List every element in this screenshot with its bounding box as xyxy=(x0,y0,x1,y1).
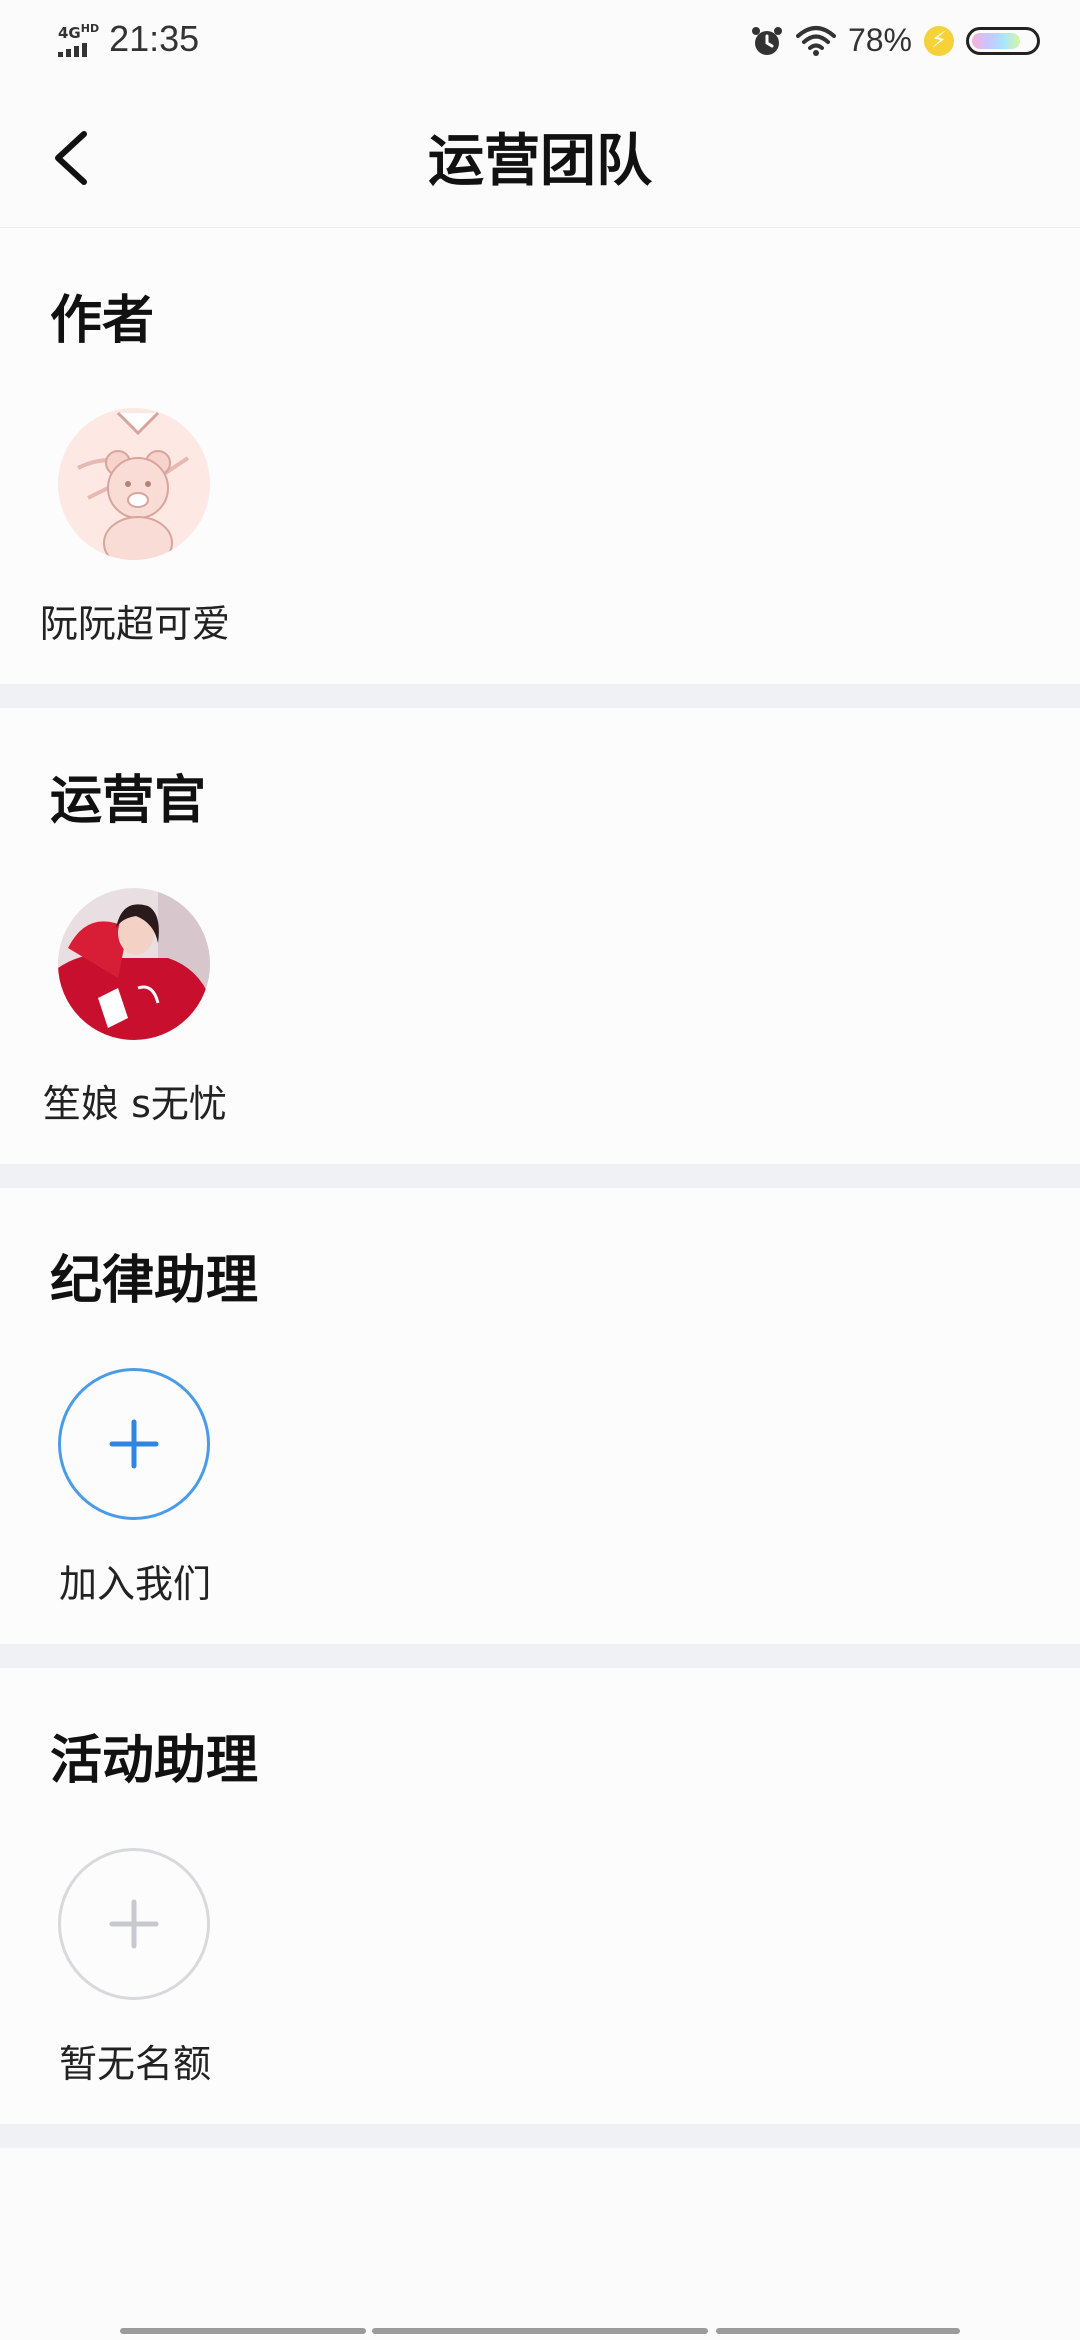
header-bar: 运营团队 xyxy=(0,86,1080,228)
section-event-assistant: 活动助理 暂无名额 xyxy=(0,1668,1080,2124)
section-discipline-assistant: 纪律助理 加入我们 xyxy=(0,1188,1080,1644)
status-time: 21:35 xyxy=(109,18,200,59)
network-type: 4G xyxy=(58,23,81,42)
alarm-icon xyxy=(751,26,782,55)
add-icon-disabled xyxy=(109,1899,159,1949)
member-name: 笙娘 s无忧 xyxy=(43,1082,227,1126)
member-card[interactable]: 笙娘 s无忧 xyxy=(30,888,240,1128)
battery-fill xyxy=(972,32,1021,49)
avatar[interactable] xyxy=(58,888,210,1040)
page-title: 运营团队 xyxy=(428,128,652,194)
status-bar: 4GHD 21:35 78% ⚡ xyxy=(0,0,1080,86)
member-name: 阮阮超可爱 xyxy=(39,602,230,646)
teddy-bear-icon xyxy=(58,408,210,560)
section-divider xyxy=(0,2124,1080,2148)
section-title: 活动助理 xyxy=(50,1730,259,1791)
network-indicator: 4GHD xyxy=(58,22,99,57)
section-divider xyxy=(0,684,1080,708)
member-card[interactable]: 阮阮超可爱 xyxy=(30,408,240,648)
join-us-card[interactable]: 加入我们 xyxy=(30,1368,240,1608)
gesture-bar-center[interactable] xyxy=(372,2328,708,2334)
charging-bolt-icon: ⚡ xyxy=(924,25,954,56)
status-right: 78% ⚡ xyxy=(750,22,1040,59)
add-slot-disabled xyxy=(58,1848,210,2000)
battery-icon xyxy=(966,26,1040,55)
join-button[interactable] xyxy=(58,1368,210,1520)
section-title: 作者 xyxy=(50,290,155,351)
network-hd: HD xyxy=(80,21,100,35)
section-divider xyxy=(0,1644,1080,1668)
section-title: 纪律助理 xyxy=(50,1250,259,1311)
section-title: 运营官 xyxy=(50,770,207,831)
no-slot-label: 暂无名额 xyxy=(58,2042,211,2086)
avatar[interactable] xyxy=(58,408,210,560)
section-author: 作者 阮阮超可爱 xyxy=(0,228,1080,684)
woman-in-red-icon xyxy=(58,888,210,1040)
add-icon xyxy=(109,1419,159,1469)
wifi-icon xyxy=(795,25,836,56)
status-left: 4GHD 21:35 xyxy=(58,18,199,60)
section-divider xyxy=(0,1164,1080,1188)
battery-percent: 78% xyxy=(847,22,912,58)
signal-icon xyxy=(58,42,99,57)
gesture-bar-left xyxy=(120,2328,366,2334)
section-operator: 运营官 笙娘 s无忧 xyxy=(0,708,1080,1164)
no-slot-card: 暂无名额 xyxy=(30,1848,240,2088)
join-label: 加入我们 xyxy=(58,1562,211,1606)
gesture-bar-right xyxy=(716,2328,960,2334)
